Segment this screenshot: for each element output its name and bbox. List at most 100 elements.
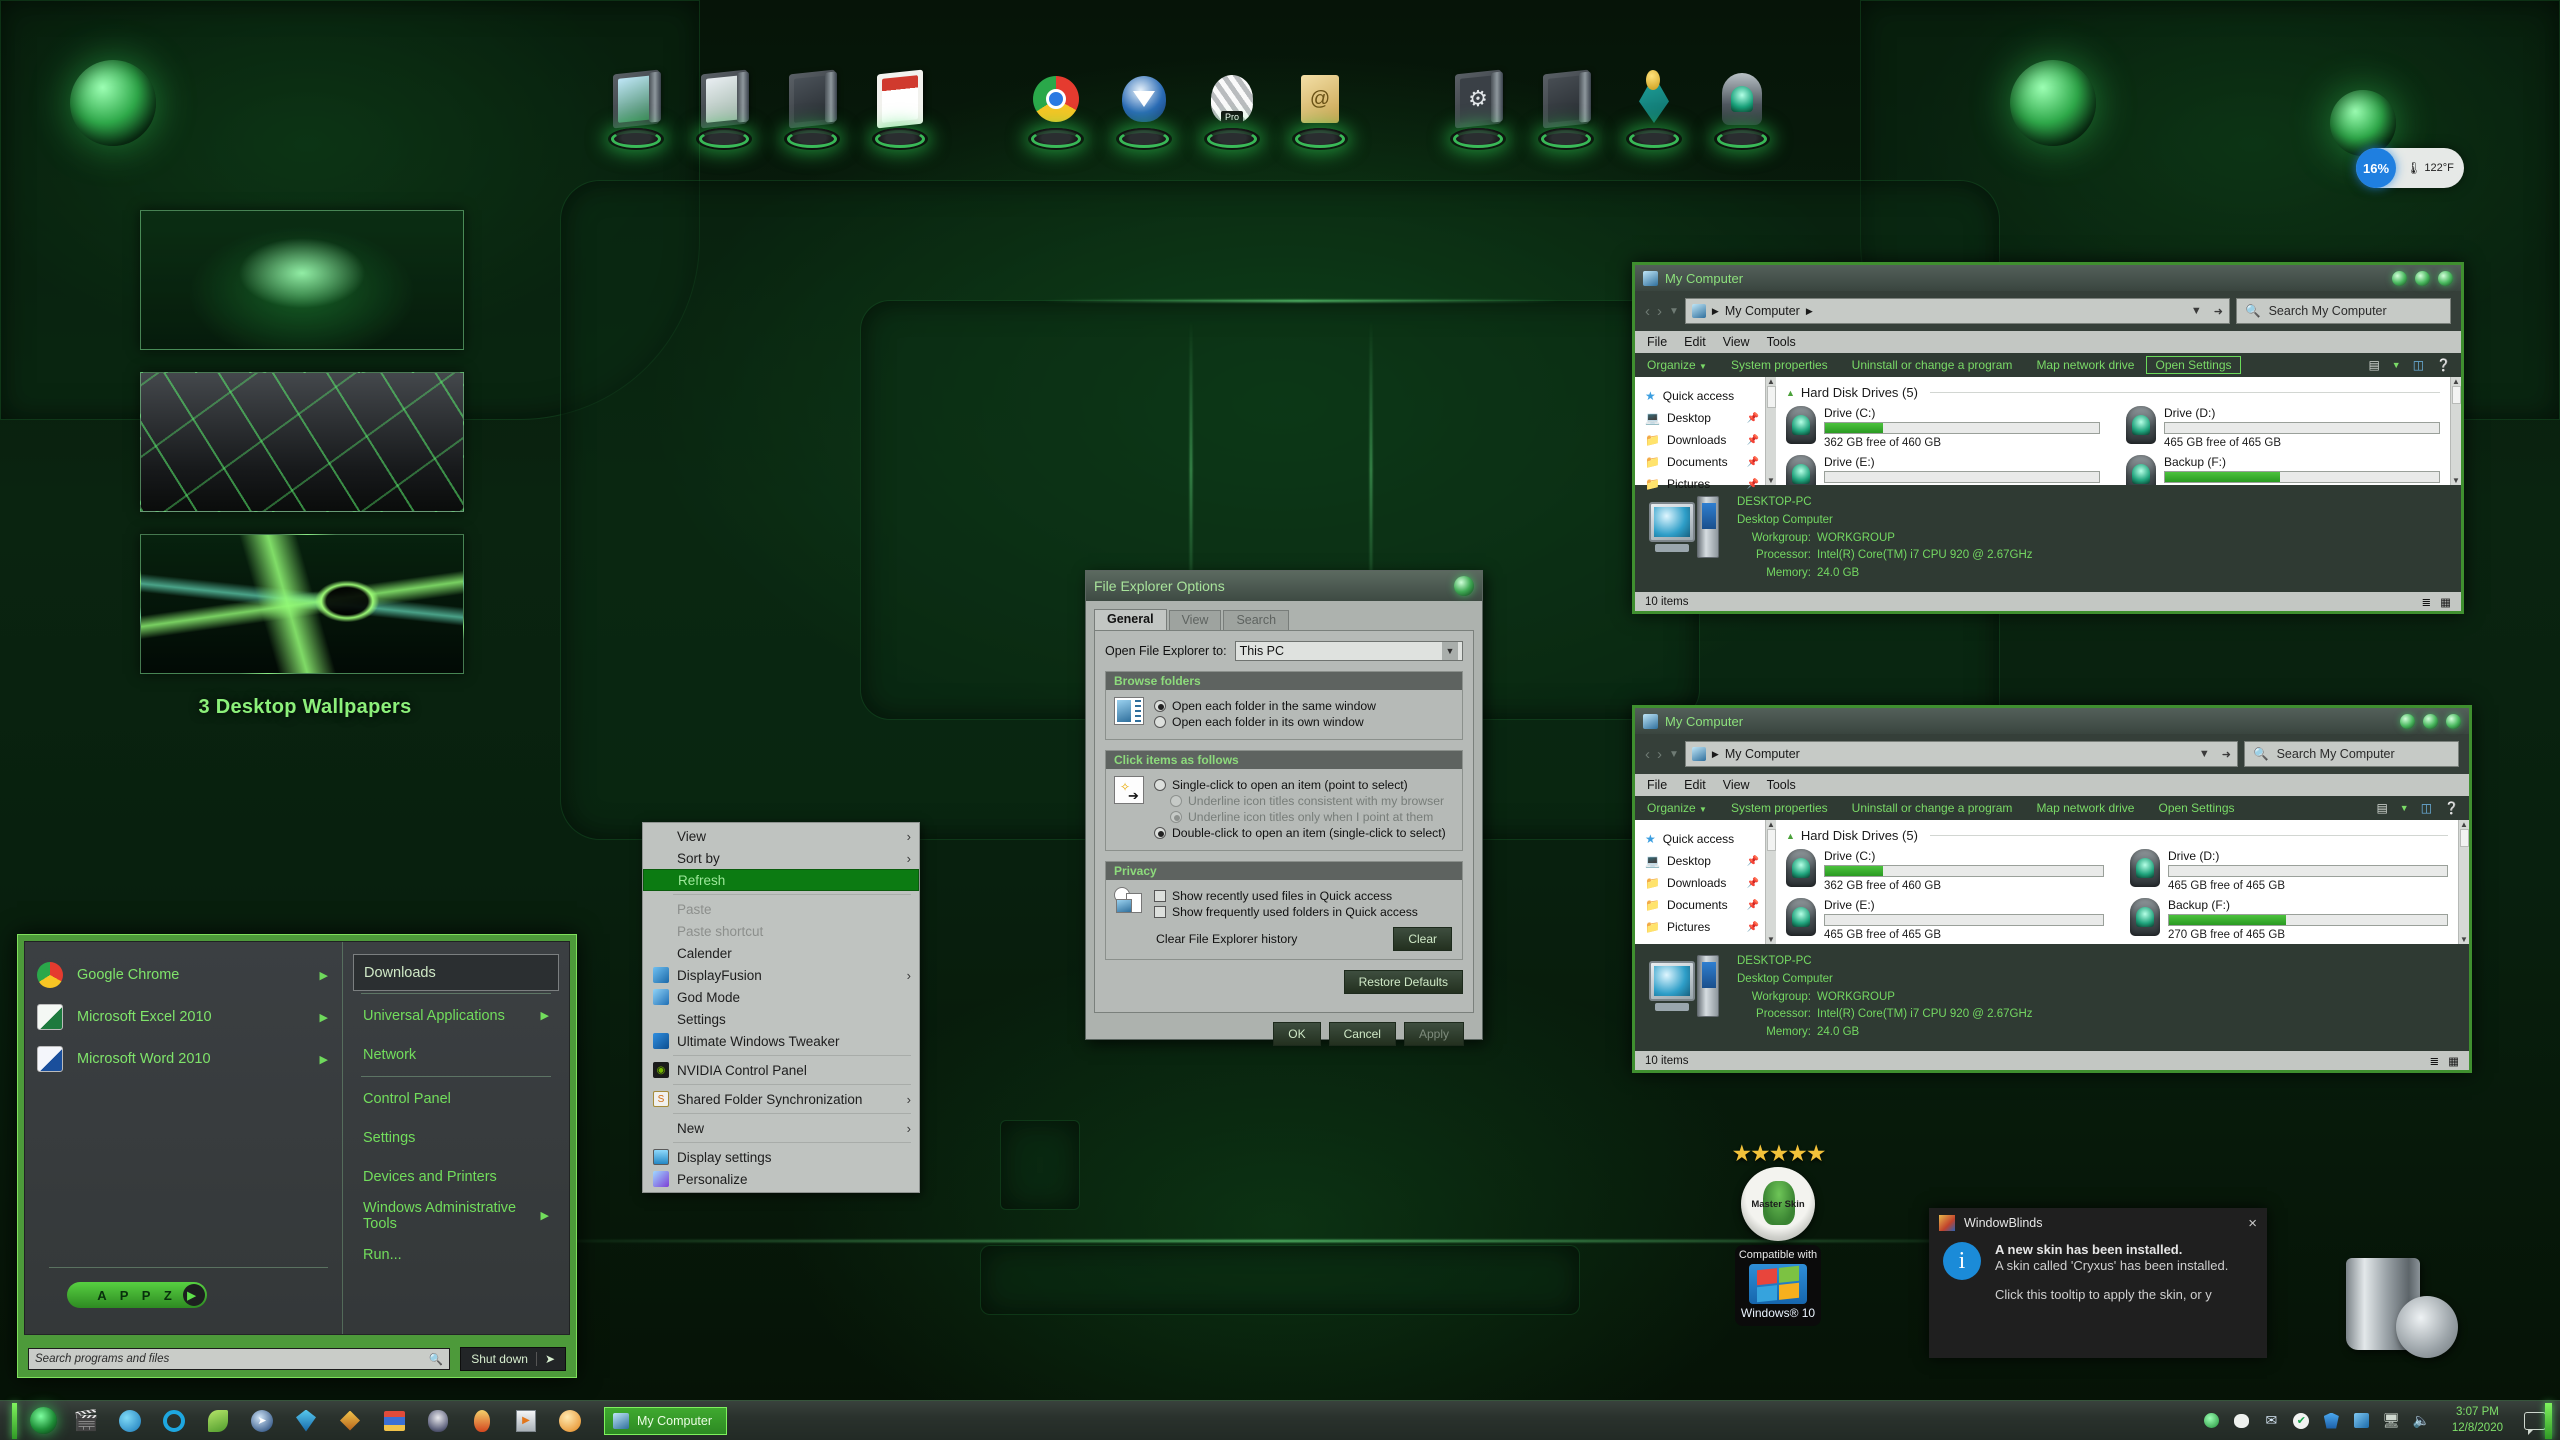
context-item-refresh[interactable]: Refresh bbox=[643, 869, 919, 891]
checkbox-show-recent-files[interactable]: Show recently used files in Quick access bbox=[1154, 889, 1454, 903]
appz-button[interactable]: A P P Z ▶ bbox=[67, 1282, 207, 1308]
toolbar[interactable]: Organize ▼ System properties Uninstall o… bbox=[1635, 353, 2461, 377]
preview-pane-icon[interactable]: ◫ bbox=[2421, 801, 2432, 815]
scroll-up-icon[interactable]: ▲ bbox=[2452, 377, 2460, 386]
context-item-new[interactable]: New › bbox=[643, 1117, 919, 1139]
start-link-downloads[interactable]: Downloads bbox=[353, 954, 559, 991]
group-header[interactable]: ▲ Hard Disk Drives (5) bbox=[1786, 385, 2440, 400]
tab-view[interactable]: View bbox=[1168, 610, 1222, 630]
start-link-settings[interactable]: Settings bbox=[353, 1118, 559, 1157]
taskbar-icon-cursor-app[interactable]: ➤ bbox=[243, 1405, 281, 1437]
breadcrumb-tail[interactable]: ▼ ➜ bbox=[2191, 305, 2223, 318]
menu-edit[interactable]: Edit bbox=[1684, 778, 1706, 792]
start-app-microsoft-word-2010[interactable]: Microsoft Word 2010 ▶ bbox=[25, 1038, 342, 1080]
scroll-up-icon[interactable]: ▲ bbox=[2460, 820, 2468, 829]
dock-icon-pro-app[interactable]: Pro bbox=[1196, 66, 1268, 150]
forward-icon[interactable]: › bbox=[1657, 746, 1662, 763]
drive-item[interactable]: Backup (F:)270 GB free of 465 GB bbox=[2126, 455, 2440, 485]
toolbar[interactable]: Organize ▼ System properties Uninstall o… bbox=[1635, 796, 2469, 820]
toolbar-system-properties[interactable]: System properties bbox=[1719, 358, 1840, 372]
nav-item-quick-access[interactable]: ★ Quick access bbox=[1635, 828, 1765, 850]
explorer-window-2[interactable]: My Computer ‹ › ▼ ▶ My Computer ▼ ➜ 🔍 Se… bbox=[1632, 705, 2472, 1074]
toolbar-right-icons[interactable]: ▤ ▼ ◫ ❔ bbox=[2376, 801, 2459, 815]
network-tray-icon[interactable]: 🖥 bbox=[2382, 1411, 2401, 1430]
toolbar-open-settings[interactable]: Open Settings bbox=[2146, 801, 2246, 815]
tab-search[interactable]: Search bbox=[1223, 610, 1290, 630]
large-icons-view-icon[interactable]: ▦ bbox=[2440, 595, 2451, 609]
chevron-down-icon[interactable]: ▼ bbox=[2392, 360, 2401, 370]
start-search-input[interactable]: Search programs and files 🔍 bbox=[28, 1348, 451, 1370]
displayfusion-tray-icon[interactable] bbox=[2352, 1411, 2371, 1430]
context-item-personalize[interactable]: Personalize bbox=[643, 1168, 919, 1190]
nav-item-pictures[interactable]: 📁 Pictures 📌 bbox=[1635, 916, 1765, 938]
drive-item[interactable]: Drive (E:) 465 GB free of 465 GB bbox=[1786, 898, 2104, 941]
taskbar-icon-orange-diamond-app[interactable] bbox=[331, 1405, 369, 1437]
window-titlebar[interactable]: My Computer bbox=[1635, 708, 2469, 734]
breadcrumb[interactable]: ▶ My Computer ▶ ▼ ➜ bbox=[1684, 298, 2230, 324]
menubar[interactable]: File Edit View Tools bbox=[1635, 774, 2469, 796]
nav-item-pictures[interactable]: 📁 Pictures 📌 bbox=[1635, 473, 1765, 495]
taskbar-icon-flame-app[interactable] bbox=[463, 1405, 501, 1437]
context-item-calender[interactable]: Calender bbox=[643, 942, 919, 964]
scroll-thumb[interactable] bbox=[2451, 386, 2461, 404]
maximize-button[interactable] bbox=[2415, 270, 2430, 286]
back-icon[interactable]: ‹ bbox=[1645, 303, 1650, 320]
option-double-click[interactable]: Double-click to open an item (single-cli… bbox=[1154, 826, 1454, 840]
breadcrumb-tail[interactable]: ▼ ➜ bbox=[2199, 748, 2231, 761]
minimize-button[interactable] bbox=[2392, 270, 2407, 286]
drive-item[interactable]: Drive (C:) 362 GB free of 460 GB bbox=[1786, 849, 2104, 892]
volume-tray-icon[interactable]: 🔈 bbox=[2412, 1411, 2431, 1430]
maximize-button[interactable] bbox=[2423, 713, 2438, 729]
toolbar-organize[interactable]: Organize ▼ bbox=[1645, 358, 1719, 372]
chevron-down-icon[interactable]: ▼ bbox=[2191, 305, 2202, 318]
start-link-run[interactable]: Run... bbox=[353, 1235, 559, 1274]
context-item-god-mode[interactable]: God Mode bbox=[643, 986, 919, 1008]
dock-icon-notepad-editor[interactable] bbox=[864, 66, 936, 150]
scroll-thumb[interactable] bbox=[1766, 386, 1776, 408]
nav-item-downloads[interactable]: 📁 Downloads 📌 bbox=[1635, 872, 1765, 894]
recent-locations-icon[interactable]: ▼ bbox=[1669, 306, 1679, 317]
toolbar-uninstall-or-change-a-program[interactable]: Uninstall or change a program bbox=[1840, 801, 2025, 815]
scroll-down-icon[interactable]: ▼ bbox=[2460, 935, 2468, 944]
dock-icon-thunderbird[interactable] bbox=[1108, 66, 1180, 150]
close-button[interactable] bbox=[2438, 270, 2453, 286]
scroll-up-icon[interactable]: ▲ bbox=[1767, 377, 1775, 386]
menu-view[interactable]: View bbox=[1723, 778, 1750, 792]
taskbar-task-my-computer[interactable]: My Computer bbox=[604, 1406, 728, 1435]
taskbar-icon-microsoft-edge[interactable] bbox=[111, 1405, 149, 1437]
close-icon[interactable] bbox=[1454, 576, 1474, 596]
scroll-thumb[interactable] bbox=[1766, 829, 1776, 851]
view-layout-icon[interactable]: ▤ bbox=[2368, 358, 2379, 372]
system-tray[interactable]: ✉ ✔ 🖥 🔈 3:07 PM 12/8/2020 bbox=[2202, 1405, 2560, 1436]
view-layout-icon[interactable]: ▤ bbox=[2376, 801, 2387, 815]
forward-icon[interactable]: › bbox=[1657, 303, 1662, 320]
file-list-scrollbar[interactable]: ▲ ▼ bbox=[2450, 377, 2461, 485]
tab-general[interactable]: General bbox=[1094, 609, 1167, 630]
white-blob-tray-icon[interactable] bbox=[2232, 1411, 2251, 1430]
window-titlebar[interactable]: My Computer bbox=[1635, 265, 2461, 291]
toolbar-map-network-drive[interactable]: Map network drive bbox=[2024, 358, 2146, 372]
close-icon[interactable]: × bbox=[2248, 1216, 2257, 1231]
menu-tools[interactable]: Tools bbox=[1767, 335, 1796, 349]
mail-tray-icon[interactable]: ✉ bbox=[2262, 1411, 2281, 1430]
chevron-down-icon[interactable]: ▼ bbox=[1442, 642, 1458, 660]
context-item-display-settings[interactable]: Display settings bbox=[643, 1146, 919, 1168]
start-link-devices-and-printers[interactable]: Devices and Printers bbox=[353, 1157, 559, 1196]
cancel-button[interactable]: Cancel bbox=[1328, 1022, 1396, 1046]
navigation-pane-scrollbar[interactable]: ▲ ▼ bbox=[1765, 820, 1776, 944]
minimize-button[interactable] bbox=[2400, 713, 2415, 729]
drive-item[interactable]: Drive (D:) 465 GB free of 465 GB bbox=[2130, 849, 2448, 892]
menubar[interactable]: File Edit View Tools bbox=[1635, 331, 2461, 353]
clock[interactable]: 3:07 PM 12/8/2020 bbox=[2452, 1405, 2503, 1436]
dock-icon-plant-app[interactable] bbox=[1618, 66, 1690, 150]
taskbar-icon-leaf-app[interactable] bbox=[199, 1405, 237, 1437]
wallpaper-preview-1[interactable] bbox=[140, 210, 464, 350]
dock-icon-my-computer[interactable] bbox=[600, 66, 672, 150]
taskbar[interactable]: 🎬 ➤ ▶ My Computer ✉ ✔ 🖥 🔈 3:07 PM 12/8/2… bbox=[0, 1400, 2560, 1440]
dock-icon-documents[interactable] bbox=[688, 66, 760, 150]
nav-item-documents[interactable]: 📁 Documents 📌 bbox=[1635, 451, 1765, 473]
option-open-own-window[interactable]: Open each folder in its own window bbox=[1154, 715, 1454, 729]
chevron-down-icon[interactable]: ▼ bbox=[2400, 803, 2409, 813]
context-item-nvidia-control-panel[interactable]: ◉ NVIDIA Control Panel bbox=[643, 1059, 919, 1081]
file-list-scrollbar[interactable]: ▲ ▼ bbox=[2458, 820, 2469, 944]
